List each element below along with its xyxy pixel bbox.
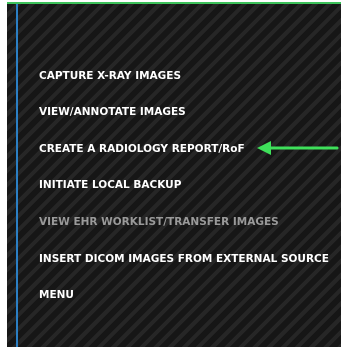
menu-panel: CAPTURE X-RAY IMAGES VIEW/ANNOTATE IMAGE…: [7, 2, 341, 347]
arrow-left-icon: [257, 141, 339, 155]
menu-item-menu[interactable]: MENU: [39, 288, 74, 302]
menu-item-initiate-local-backup[interactable]: INITIATE LOCAL BACKUP: [39, 178, 181, 192]
menu-item-insert-dicom-images[interactable]: INSERT DICOM IMAGES FROM EXTERNAL SOURCE: [39, 252, 329, 266]
menu-item-create-radiology-report[interactable]: CREATE A RADIOLOGY REPORT/RoF: [39, 142, 245, 156]
menu-item-view-annotate-images[interactable]: VIEW/ANNOTATE IMAGES: [39, 105, 186, 119]
left-accent-line: [16, 4, 18, 347]
menu-item-view-ehr-worklist: VIEW EHR WORKLIST/TRANSFER IMAGES: [39, 216, 279, 228]
menu-item-capture-xray-images[interactable]: CAPTURE X-RAY IMAGES: [39, 69, 181, 83]
